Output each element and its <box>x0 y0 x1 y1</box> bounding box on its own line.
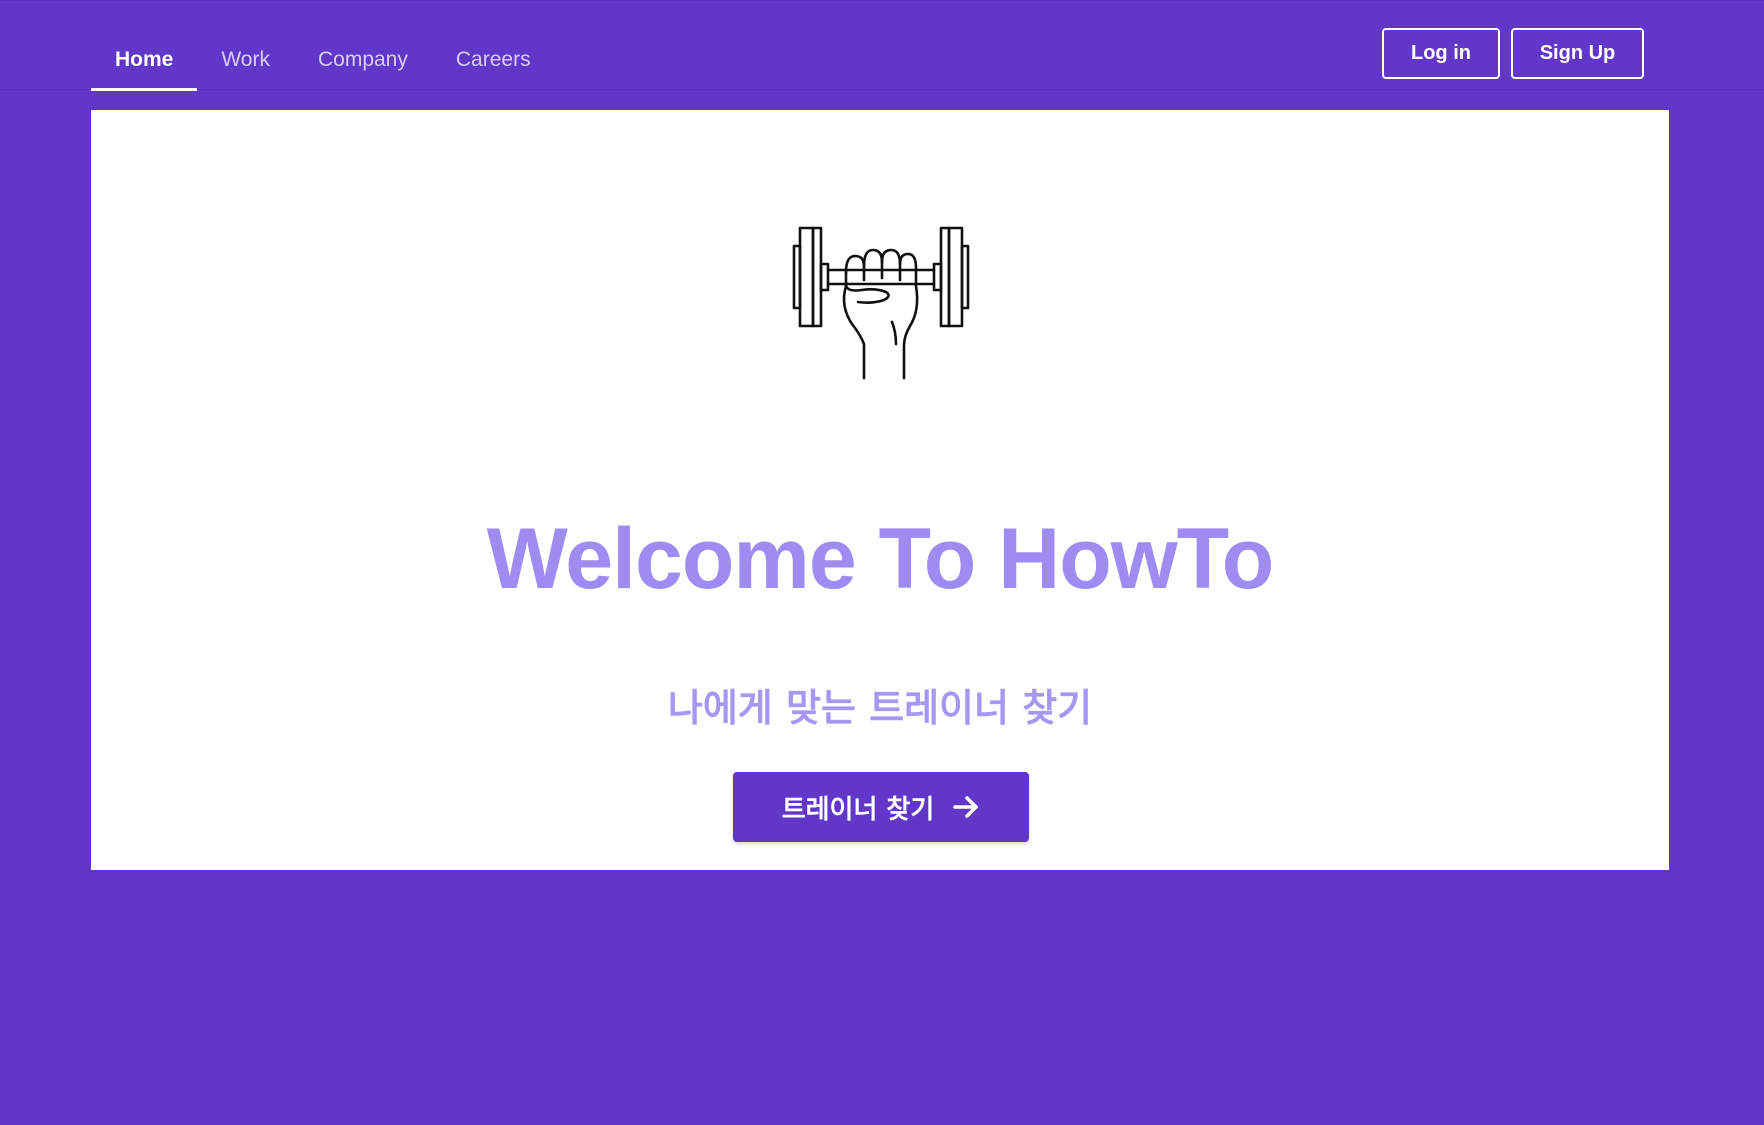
auth-buttons: Log in Sign Up <box>1382 28 1644 79</box>
top-navbar: Home Work Company Careers Log in Sign Up <box>0 0 1764 91</box>
tab-home[interactable]: Home <box>91 37 198 91</box>
find-trainer-button[interactable]: 트레이너 찾기 <box>733 772 1029 842</box>
cta-label: 트레이너 찾기 <box>781 794 935 825</box>
hero-panel: Welcome To HowTo 나에게 맞는 트레이너 찾기 트레이너 찾기 <box>91 110 1669 870</box>
arrow-right-icon <box>953 796 979 818</box>
nav-tabs: Home Work Company Careers <box>91 37 555 91</box>
tab-work[interactable]: Work <box>197 37 294 91</box>
login-button[interactable]: Log in <box>1382 28 1500 79</box>
hero-subtitle: 나에게 맞는 트레이너 찾기 <box>667 686 1093 730</box>
dumbbell-fist-icon <box>792 226 970 380</box>
hero-title: Welcome To HowTo <box>486 511 1275 607</box>
signup-button[interactable]: Sign Up <box>1511 28 1644 79</box>
tab-company[interactable]: Company <box>294 37 432 91</box>
tab-careers[interactable]: Careers <box>432 37 555 91</box>
